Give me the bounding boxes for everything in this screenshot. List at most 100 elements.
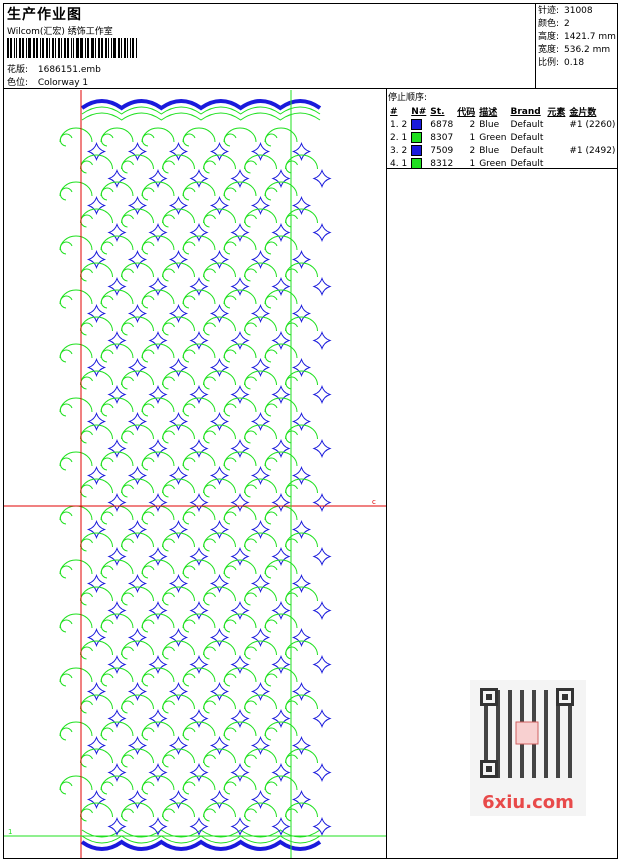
motif-arc <box>162 478 195 494</box>
motif-curl <box>223 565 237 579</box>
motif-star <box>230 492 250 513</box>
qr-module <box>496 742 500 746</box>
motif-curl <box>264 565 278 579</box>
motif-arc <box>182 343 216 359</box>
motif-star <box>148 438 168 459</box>
company-name: Wilcom(汇宏) 绣饰工作室 <box>7 27 113 37</box>
motif-arc <box>162 208 195 224</box>
motif-curl <box>182 295 196 309</box>
barcode-bar <box>121 38 122 58</box>
qr-module <box>544 710 548 714</box>
motif-star <box>250 411 271 432</box>
color-swatch-cell <box>409 144 428 157</box>
motif-curl <box>162 700 175 714</box>
motif-star <box>168 789 189 810</box>
motif-star <box>168 735 189 756</box>
qr-module <box>520 694 524 698</box>
motif-star <box>250 573 271 594</box>
motif-star <box>168 627 189 648</box>
motif-arc <box>203 586 236 602</box>
motif-arc <box>100 613 134 629</box>
motif-star <box>209 519 230 540</box>
motif-star <box>107 222 127 243</box>
motif-curl <box>162 538 175 552</box>
motif-arc <box>80 586 113 602</box>
motif-arc <box>223 343 257 359</box>
qr-module <box>508 774 512 778</box>
motif-curl <box>121 808 134 822</box>
motif-arc <box>121 208 154 224</box>
qr-module <box>508 770 512 774</box>
qr-module <box>544 742 548 746</box>
stat-row: 宽度: 536.2 mm <box>538 44 616 57</box>
motif-star <box>250 519 271 540</box>
motif-arc <box>59 127 93 143</box>
qr-module <box>556 714 560 718</box>
motif-arc <box>285 478 318 494</box>
qr-module <box>520 698 524 702</box>
motif-arc <box>100 559 134 575</box>
motif-arc <box>100 451 134 467</box>
motif-curl <box>203 754 216 768</box>
motif-curl <box>203 268 216 282</box>
scallop-border <box>80 839 322 851</box>
motif-star <box>168 465 189 486</box>
motif-arc <box>80 316 113 332</box>
qr-module <box>508 730 512 734</box>
motif-curl <box>244 754 257 768</box>
motif-arc <box>244 316 277 332</box>
qr-module <box>544 718 548 722</box>
motif-curl <box>244 592 257 606</box>
motif-curl <box>100 349 114 363</box>
barcode-bar <box>132 38 134 58</box>
qr-module <box>544 698 548 702</box>
motif-star <box>127 627 148 648</box>
qr-module <box>544 734 548 738</box>
barcode-bar <box>130 38 131 58</box>
motif-curl <box>141 619 155 633</box>
motif-arc <box>182 397 216 413</box>
motif-star <box>312 168 332 189</box>
qr-module <box>496 746 500 750</box>
motif-arc <box>264 289 298 305</box>
qr-module <box>496 710 500 714</box>
qr-finder <box>486 766 492 772</box>
motif-curl <box>264 349 278 363</box>
motif-arc <box>223 235 257 251</box>
motif-star <box>271 492 291 513</box>
qr-module <box>508 690 512 694</box>
barcode-bar <box>36 38 38 58</box>
motif-star <box>291 141 312 162</box>
motif-star <box>189 330 209 351</box>
motif-star <box>107 654 127 675</box>
motif-arc <box>121 640 154 656</box>
motif-arc <box>100 397 134 413</box>
motif-star <box>148 330 168 351</box>
motif-curl <box>182 403 196 417</box>
code-cell: 2 <box>469 145 476 156</box>
motif-star <box>312 762 332 783</box>
motif-curl <box>59 133 73 147</box>
qr-module <box>556 774 560 778</box>
qr-module <box>544 766 548 770</box>
motif-curl <box>264 511 278 525</box>
stat-value: 31008 <box>564 6 593 16</box>
motif-star <box>107 600 127 621</box>
motif-arc <box>223 451 257 467</box>
embroidery-artwork: c1 <box>4 90 386 858</box>
motif-star <box>189 384 209 405</box>
motif-curl <box>59 673 73 687</box>
motif-arc <box>285 586 318 602</box>
description-cell: Blue <box>479 119 500 130</box>
qr-module <box>484 742 488 746</box>
marker-label: 1 <box>8 828 12 836</box>
motif-curl <box>264 133 278 147</box>
motif-arc <box>264 235 298 251</box>
qr-module <box>556 722 560 726</box>
motif-star <box>291 519 312 540</box>
motif-star <box>291 249 312 270</box>
stat-label: 针迹: <box>538 6 560 16</box>
motif-star <box>250 357 271 378</box>
barcode-bar <box>136 38 137 58</box>
motif-star <box>127 411 148 432</box>
